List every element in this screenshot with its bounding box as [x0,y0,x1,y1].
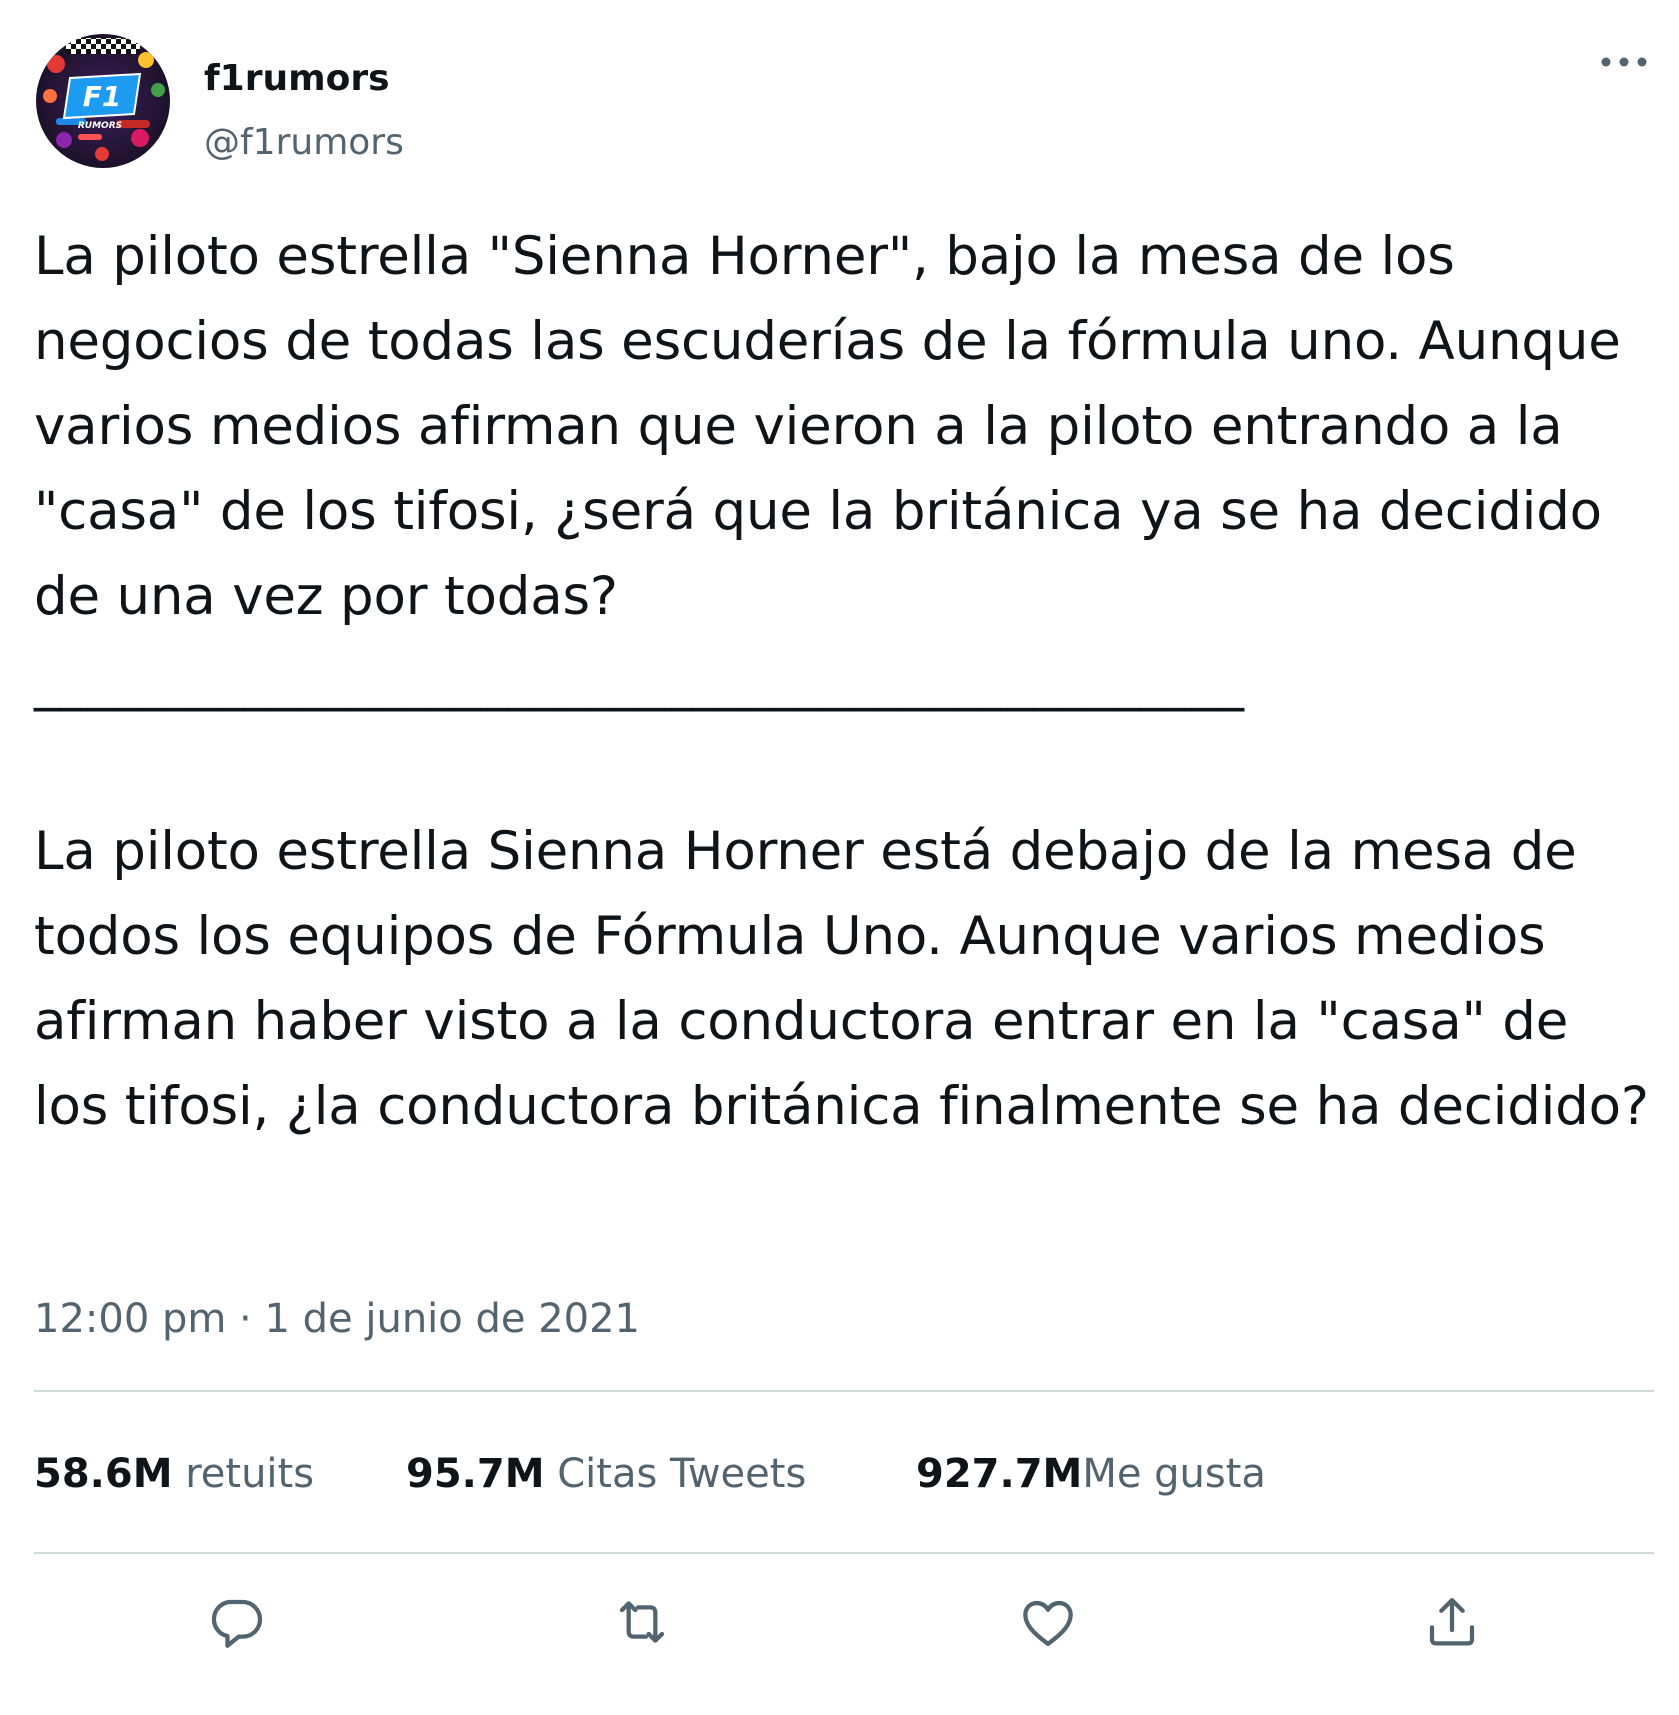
quotes-stat[interactable]: 95.7M Citas Tweets [406,1444,806,1504]
more-options-button[interactable] [1594,42,1654,82]
likes-count: 927.7M [916,1451,1083,1497]
avatar[interactable]: F1 RUMORS [36,34,170,168]
reply-button[interactable] [198,1584,274,1660]
divider [34,1390,1654,1392]
tweet-timestamp[interactable]: 12:00 pm · 1 de junio de 2021 [34,1292,640,1346]
avatar-logo-text: F1 [83,80,122,113]
more-dots-icon [1601,57,1647,67]
likes-stat[interactable]: 927.7MMe gusta [916,1444,1266,1504]
heart-icon [1023,1600,1073,1646]
retweet-arrows-icon [619,1601,665,1643]
author-display-name[interactable]: f1rumors [204,52,390,106]
avatar-image: F1 RUMORS [36,34,170,168]
like-button[interactable] [1010,1584,1086,1660]
retweets-stat[interactable]: 58.6M retuits [34,1444,314,1504]
quotes-label: Citas Tweets [557,1451,807,1497]
likes-label: Me gusta [1082,1451,1266,1497]
upload-share-icon [1429,1598,1475,1646]
retweet-button[interactable] [604,1584,680,1660]
share-button[interactable] [1414,1584,1490,1660]
avatar-logo-subtext: RUMORS [78,121,122,131]
tweet-actions [0,1580,1679,1670]
retweets-label: retuits [185,1451,315,1497]
retweets-count: 58.6M [34,1451,173,1497]
quotes-count: 95.7M [406,1451,545,1497]
speech-bubble-icon [211,1599,263,1648]
author-handle[interactable]: @f1rumors [204,116,404,170]
divider [34,1552,1654,1554]
tweet-card: F1 RUMORS f1rumors @f1rumors La piloto e… [0,0,1679,1715]
tweet-text: La piloto estrella "Sienna Horner", bajo… [34,226,1649,1137]
